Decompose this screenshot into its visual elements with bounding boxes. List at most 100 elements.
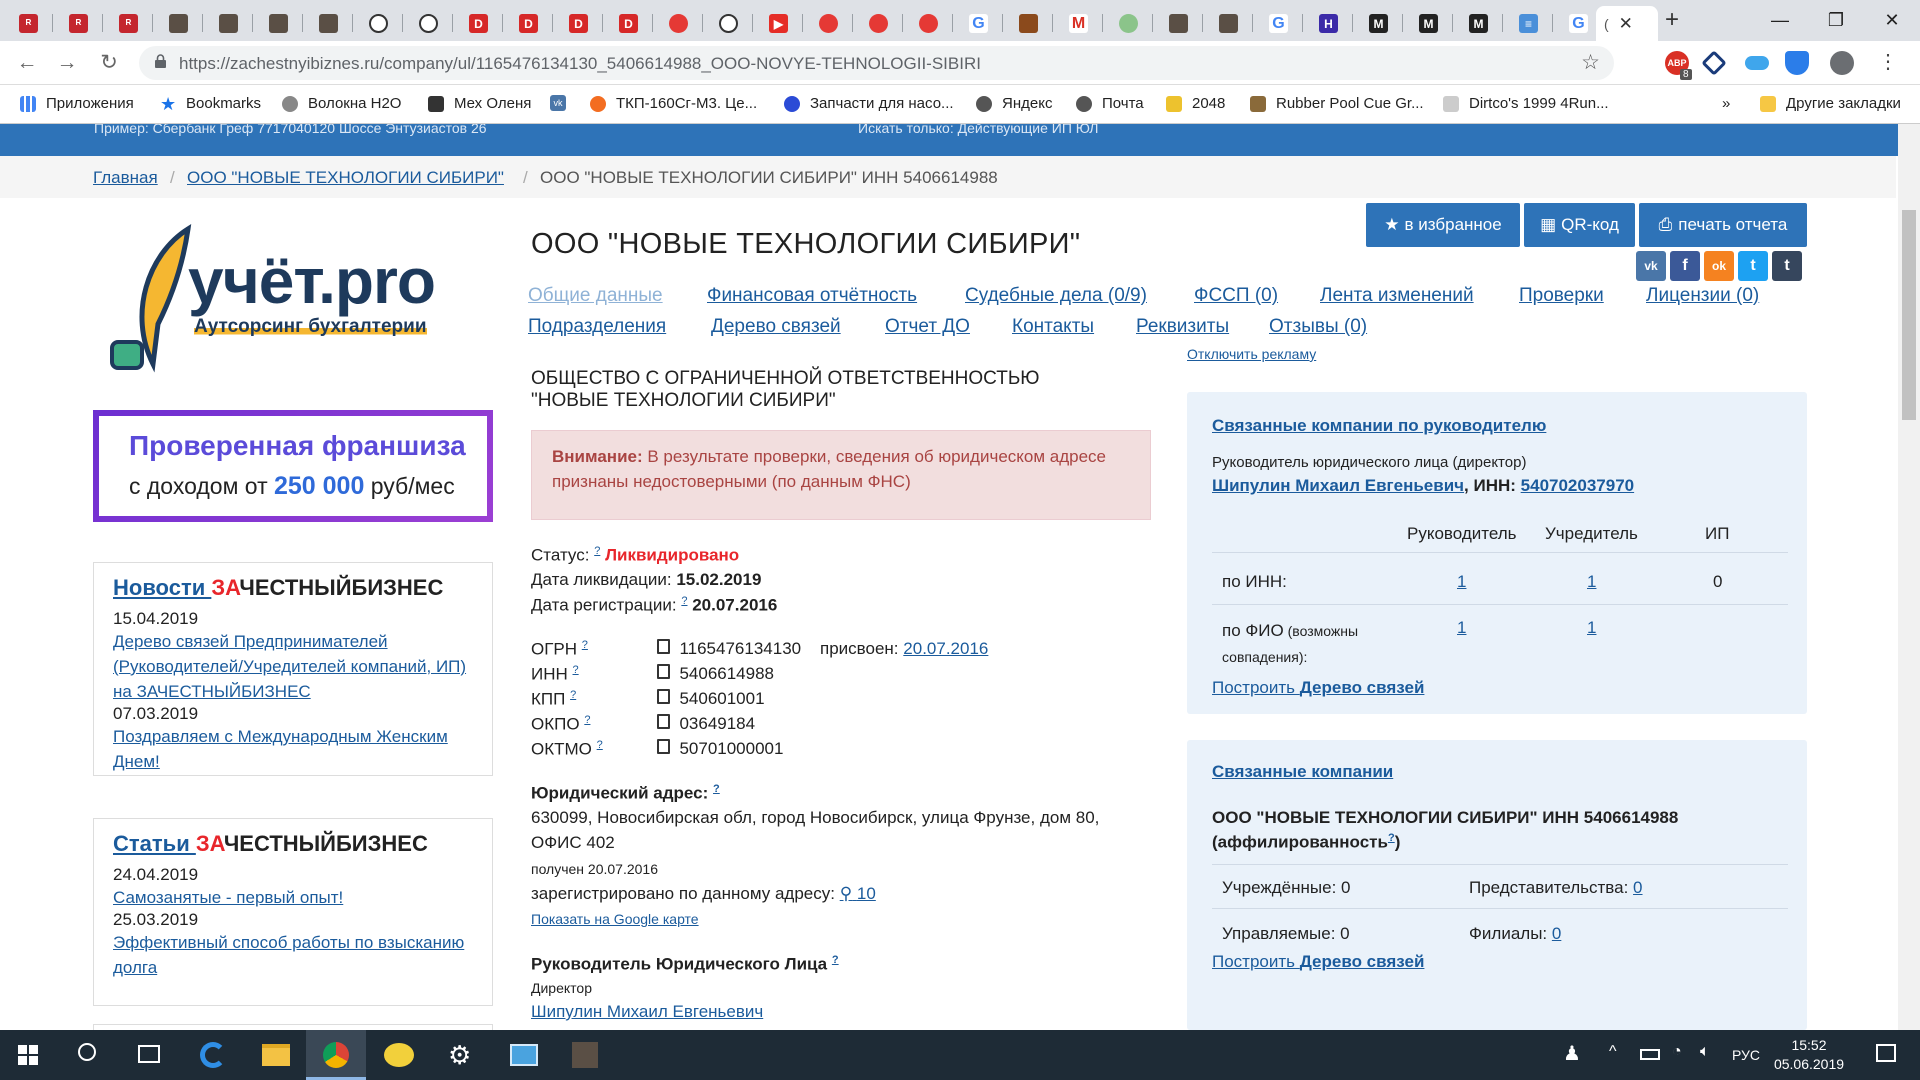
people-icon[interactable]: ♟ — [1563, 1041, 1581, 1066]
task-view-icon[interactable] — [138, 1045, 160, 1063]
news-link[interactable]: Дерево связей Предпринимателей (Руководи… — [113, 629, 472, 704]
scrollbar-thumb[interactable] — [1902, 210, 1916, 420]
tab[interactable]: G — [954, 6, 1003, 41]
bookmarks-overflow[interactable]: » — [1722, 95, 1730, 112]
help-icon[interactable]: ? — [1388, 832, 1395, 844]
tab[interactable] — [354, 6, 403, 41]
help-icon[interactable]: ? — [713, 783, 720, 795]
close-window-button[interactable]: ✕ — [1864, 0, 1920, 41]
bookmark-star-icon[interactable]: ☆ — [1581, 50, 1600, 75]
help-icon[interactable]: ? — [584, 714, 590, 726]
tab[interactable]: ᴿ — [104, 6, 153, 41]
bookmark-item[interactable]: ★ Bookmarks — [160, 95, 261, 113]
show-hidden-icons[interactable]: ^ — [1609, 1043, 1617, 1061]
help-icon[interactable]: ? — [594, 545, 600, 557]
shield-icon[interactable] — [1785, 51, 1809, 75]
tab[interactable]: D — [604, 6, 653, 41]
tab[interactable] — [304, 6, 353, 41]
edge-icon[interactable] — [200, 1042, 226, 1068]
tab[interactable]: M — [1404, 6, 1453, 41]
bookmark-item[interactable]: Dirtco's 1999 4Run... — [1443, 95, 1609, 112]
reload-button[interactable]: ↻ — [94, 48, 124, 78]
tab[interactable]: ᴿ — [54, 6, 103, 41]
tab[interactable] — [404, 6, 453, 41]
file-explorer-icon[interactable] — [262, 1044, 290, 1066]
copy-icon[interactable] — [657, 639, 670, 654]
related-by-head-title[interactable]: Связанные компании по руководителю — [1212, 416, 1546, 436]
help-icon[interactable]: ? — [582, 639, 588, 651]
news-link[interactable]: Поздравляем с Международным Женским Днем… — [113, 724, 472, 774]
tab[interactable] — [204, 6, 253, 41]
tab-fssp[interactable]: ФССП (0) — [1194, 285, 1278, 307]
tab[interactable]: D — [454, 6, 503, 41]
tab-court-cases[interactable]: Судебные дела (0/9) — [965, 285, 1147, 307]
breadcrumb-home[interactable]: Главная — [93, 168, 158, 187]
bookmark-item[interactable]: Почта — [1076, 95, 1144, 112]
tab[interactable]: ≡ — [1504, 6, 1553, 41]
tab[interactable] — [854, 6, 903, 41]
tab[interactable] — [704, 6, 753, 41]
back-button[interactable]: ← — [12, 48, 42, 78]
menu-icon[interactable]: ⋮ — [1876, 51, 1900, 75]
breadcrumb-company[interactable]: ООО "НОВЫЕ ТЕХНОЛОГИИ СИБИРИ" — [187, 168, 504, 187]
tab[interactable] — [1154, 6, 1203, 41]
tab-financial[interactable]: Финансовая отчётность — [707, 285, 917, 307]
article-link[interactable]: Самозанятые - первый опыт! — [113, 885, 472, 910]
help-icon[interactable]: ? — [681, 595, 687, 607]
help-icon[interactable]: ? — [570, 689, 576, 701]
tab[interactable] — [254, 6, 303, 41]
print-report-button[interactable]: ⎙ печать отчета — [1639, 203, 1807, 247]
bookmark-item[interactable]: Rubber Pool Cue Gr... — [1250, 95, 1424, 112]
build-tree-link[interactable]: Построить Дерево связей — [1212, 678, 1424, 698]
tab[interactable] — [1104, 6, 1153, 41]
tab[interactable]: M — [1054, 6, 1103, 41]
assigned-date-link[interactable]: 20.07.2016 — [903, 639, 988, 658]
tab-divisions[interactable]: Подразделения — [528, 316, 666, 338]
build-tree-link[interactable]: Построить Дерево связей — [1212, 952, 1424, 972]
tab[interactable]: D — [554, 6, 603, 41]
minimize-button[interactable]: — — [1752, 0, 1808, 41]
help-icon[interactable]: ? — [597, 739, 603, 751]
page-scrollbar[interactable] — [1898, 124, 1920, 1030]
start-button[interactable] — [18, 1045, 38, 1065]
copy-icon[interactable] — [657, 664, 670, 679]
tab[interactable] — [904, 6, 953, 41]
tab-changes[interactable]: Лента изменений — [1320, 285, 1474, 307]
volume-icon[interactable]: 🔈︎ — [1700, 1043, 1710, 1061]
tab[interactable]: D — [504, 6, 553, 41]
bookmark-item[interactable]: vk — [550, 95, 576, 111]
tab-general[interactable]: Общие данные — [528, 285, 663, 307]
settings-icon[interactable]: ⚙ — [448, 1040, 471, 1071]
address-bar[interactable]: https://zachestnyibiznes.ru/company/ul/1… — [139, 46, 1614, 80]
tab-relation-tree[interactable]: Дерево связей — [711, 316, 841, 338]
twitter-share-icon[interactable]: t — [1738, 251, 1768, 281]
count-link[interactable]: 1 — [1457, 618, 1466, 638]
avatar[interactable] — [1830, 51, 1854, 75]
tab-reviews[interactable]: Отзывы (0) — [1269, 316, 1367, 338]
count-link[interactable]: 1 — [1587, 572, 1596, 592]
head-name-link[interactable]: Шипулин Михаил Евгеньевич — [1212, 476, 1464, 495]
app-icon[interactable] — [572, 1042, 598, 1068]
copy-icon[interactable] — [657, 714, 670, 729]
search-icon[interactable] — [78, 1043, 96, 1061]
news-title-link[interactable]: Новости — [113, 575, 211, 600]
tab-inspections[interactable]: Проверки — [1519, 285, 1604, 307]
address-count-link[interactable]: ⚲ 10 — [840, 884, 876, 903]
bookmark-item[interactable]: Волокна Н2О — [282, 95, 401, 112]
bookmark-apps[interactable]: Приложения — [20, 95, 134, 112]
control-panel-icon[interactable] — [510, 1044, 538, 1066]
count-link[interactable]: 1 — [1587, 618, 1596, 638]
cloud-icon[interactable] — [1745, 56, 1769, 70]
help-icon[interactable]: ? — [832, 954, 839, 966]
tab[interactable]: M — [1354, 6, 1403, 41]
representations-link[interactable]: 0 — [1633, 878, 1642, 897]
franchise-ad-banner[interactable]: Проверенная франшиза с доходом от 250 00… — [93, 410, 493, 522]
tab[interactable]: H — [1304, 6, 1353, 41]
qr-code-button[interactable]: ▦ QR-код — [1524, 203, 1635, 247]
article-link[interactable]: Эффективный способ работы по взысканию д… — [113, 930, 472, 980]
chrome-taskbar-icon[interactable] — [306, 1030, 366, 1080]
related-companies-title[interactable]: Связанные компании — [1212, 762, 1393, 782]
tab[interactable]: M — [1454, 6, 1503, 41]
vk-share-icon[interactable]: vk — [1636, 251, 1666, 281]
tab-report[interactable]: Отчет ДО — [885, 316, 970, 338]
